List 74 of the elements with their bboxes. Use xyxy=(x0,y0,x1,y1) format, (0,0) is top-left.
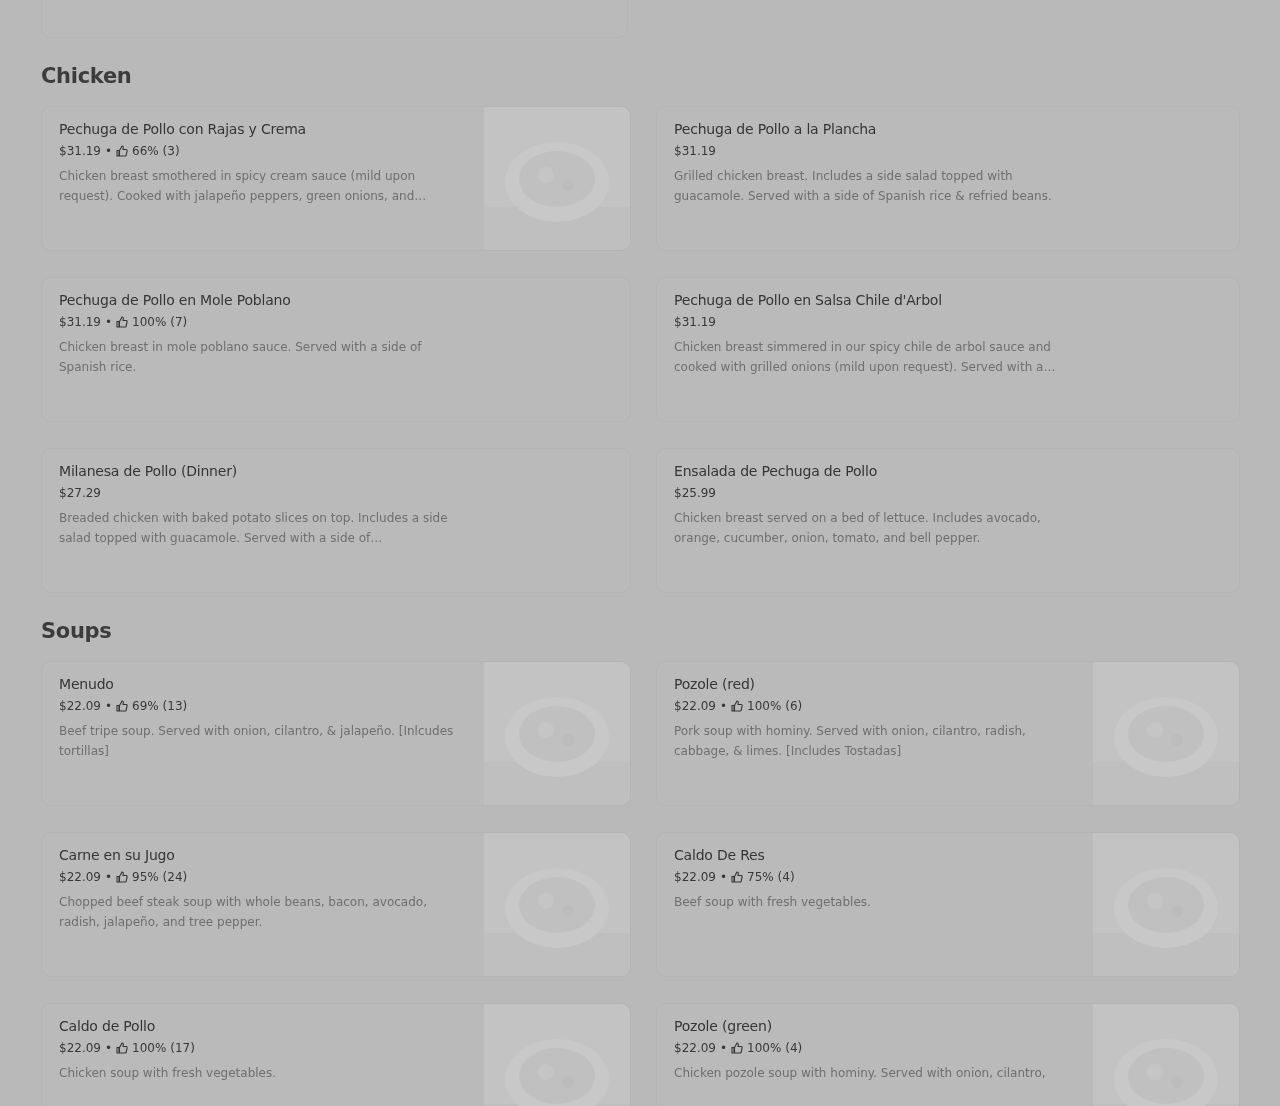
item-name: Pozole (red) xyxy=(674,676,756,692)
thumbs-up-icon xyxy=(116,700,129,712)
item-price: $22.09 xyxy=(59,699,101,713)
item-price: $31.19 xyxy=(59,315,101,329)
item-description: Chicken breast simmered in our spicy chile de arbol sauce and cooked with grilled onions (mild upon request). Served with a… xyxy=(674,339,1057,376)
menu-item-card[interactable]: Menudo $22.09 • 69% (13) Beef tripe soup. Served with onion, cilantro, & jalapeño. [Inlcudes tortillas] xyxy=(41,661,631,806)
item-description: Chicken pozole soup with hominy. Served with onion, cilantro, xyxy=(674,1065,1047,1082)
section-heading: Chicken xyxy=(41,63,133,86)
item-name: Pechuga de Pollo a la Plancha xyxy=(674,121,878,137)
item-price: $25.99 xyxy=(674,486,716,500)
menu-item-card[interactable]: Pechuga de Pollo a la Plancha $31.19 Grilled chicken breast. Includes a side salad topped with guacamole. Served with a side of Spanish rice & refried beans. xyxy=(656,106,1240,251)
item-name: Milanesa de Pollo (Dinner) xyxy=(59,463,238,479)
separator-dot: • xyxy=(720,870,728,884)
thumbs-up-icon xyxy=(116,145,129,157)
item-price: $27.29 xyxy=(59,486,101,500)
item-price: $31.19 xyxy=(59,144,101,158)
section-heading: Soups xyxy=(41,618,113,641)
item-description: Grilled chicken breast. Includes a side salad topped with guacamole. Served with a side of Spanish rice & refried beans. xyxy=(674,168,1053,205)
item-rating: 66% (3) xyxy=(132,144,180,158)
item-price: $22.09 xyxy=(59,1041,101,1055)
separator-dot: • xyxy=(105,144,113,158)
item-price: $22.09 xyxy=(59,870,101,884)
item-description: Pork soup with hominy. Served with onion, cilantro, radish, cabbage, & limes. [Includes Tostadas] xyxy=(674,723,1027,760)
item-rating: 75% (4) xyxy=(747,870,795,884)
item-rating: 100% (6) xyxy=(747,699,803,713)
item-description: Beef tripe soup. Served with onion, cilantro, & jalapeño. [Inlcudes tortillas] xyxy=(59,723,455,760)
menu-item-card[interactable]: Pechuga de Pollo en Salsa Chile d'Arbol $31.19 Chicken breast simmered in our spicy chile de arbol sauce and cooked with grilled onions (mild upon request). Served with a… xyxy=(656,277,1240,422)
menu-item-card[interactable]: Pozole (green) $22.09 • 100% (4) Chicken pozole soup with hominy. Served with onion, cilantro, xyxy=(656,1003,1240,1106)
item-rating: 100% (17) xyxy=(132,1041,195,1055)
menu-item-card[interactable]: Caldo de Pollo $22.09 • 100% (17) Chicken soup with fresh vegetables. xyxy=(41,1003,631,1106)
item-name: Pechuga de Pollo en Salsa Chile d'Arbol xyxy=(674,292,943,308)
item-price: $22.09 xyxy=(674,870,716,884)
item-description: Chopped beef steak soup with whole beans, bacon, avocado, radish, jalapeño, and tree pepper. xyxy=(59,894,428,931)
item-price: $22.09 xyxy=(674,1041,716,1055)
item-description: Beef soup with fresh vegetables. xyxy=(674,894,872,911)
item-rating: 69% (13) xyxy=(132,699,188,713)
item-name: Caldo De Res xyxy=(674,847,766,863)
thumbs-up-icon xyxy=(731,700,744,712)
item-description: Chicken soup with fresh vegetables. xyxy=(59,1065,278,1082)
item-name: Pozole (green) xyxy=(674,1018,773,1034)
menu-item-card[interactable]: Milanesa de Pollo (Dinner) $27.29 Breaded chicken with baked potato slices on top. Includes a side salad topped with guacamole. Served with a side of… xyxy=(41,448,631,593)
item-name: Pechuga de Pollo en Mole Poblano xyxy=(59,292,292,308)
thumbs-up-icon xyxy=(731,1042,744,1054)
separator-dot: • xyxy=(105,870,113,884)
item-description: Chicken breast smothered in spicy cream sauce (mild upon request). Cooked with jalapeño peppers, green onions, and… xyxy=(59,168,428,205)
separator-dot: • xyxy=(105,699,113,713)
item-rating: 100% (7) xyxy=(132,315,188,329)
separator-dot: • xyxy=(105,315,113,329)
item-name: Carne en su Jugo xyxy=(59,847,176,863)
separator-dot: • xyxy=(105,1041,113,1055)
menu-item-card[interactable]: Pechuga de Pollo con Rajas y Crema $31.19 • 66% (3) Chicken breast smothered in spicy cream sauce (mild upon request). Cooked with jalapeño peppers, green onions, and… xyxy=(41,106,631,251)
menu-item-card[interactable]: Pozole (red) $22.09 • 100% (6) Pork soup with hominy. Served with onion, cilantro, radish, cabbage, & limes. [Includes Tostadas] xyxy=(656,661,1240,806)
item-price: $31.19 xyxy=(674,144,716,158)
menu-item-card[interactable]: Carne en su Jugo $22.09 • 95% (24) Chopped beef steak soup with whole beans, bacon, avocado, radish, jalapeño, and tree pepper. xyxy=(41,832,631,977)
menu-item-card[interactable]: Pechuga de Pollo en Mole Poblano $31.19 • 100% (7) Chicken breast in mole poblano sauce. Served with a side of Spanish rice. xyxy=(41,277,631,422)
item-rating: 100% (4) xyxy=(747,1041,803,1055)
item-description: Breaded chicken with baked potato slices on top. Includes a side salad topped with guacamole. Served with a side of… xyxy=(59,510,449,547)
item-description: Chicken breast served on a bed of lettuce. Includes avocado, orange, cucumber, onion, tomato, and bell pepper. xyxy=(674,510,1042,547)
thumbs-up-icon xyxy=(731,871,744,883)
item-name: Menudo xyxy=(59,676,115,692)
item-price: $22.09 xyxy=(674,699,716,713)
menu-item-card[interactable]: Caldo De Res $22.09 • 75% (4) Beef soup with fresh vegetables. xyxy=(656,832,1240,977)
item-name: Pechuga de Pollo con Rajas y Crema xyxy=(59,121,307,137)
menu-item-card[interactable]: Ensalada de Pechuga de Pollo $25.99 Chicken breast served on a bed of lettuce. Includes avocado, orange, cucumber, onion, tomato, and bell pepper. xyxy=(656,448,1240,593)
thumbs-up-icon xyxy=(116,316,129,328)
separator-dot: • xyxy=(720,1041,728,1055)
thumbs-up-icon xyxy=(116,1042,129,1054)
item-name: Caldo de Pollo xyxy=(59,1018,157,1034)
item-price: $31.19 xyxy=(674,315,716,329)
thumbs-up-icon xyxy=(116,871,129,883)
item-description: Chicken breast in mole poblano sauce. Served with a side of Spanish rice. xyxy=(59,339,423,376)
separator-dot: • xyxy=(720,699,728,713)
item-rating: 95% (24) xyxy=(132,870,188,884)
item-name: Ensalada de Pechuga de Pollo xyxy=(674,463,879,479)
